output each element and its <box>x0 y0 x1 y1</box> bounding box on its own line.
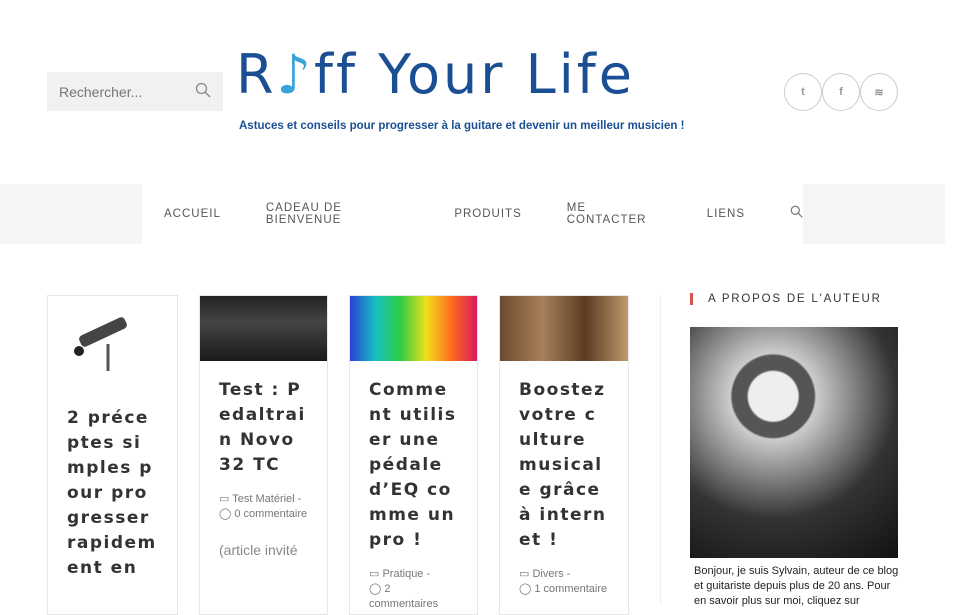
logo-title: R♪ff Your Life <box>236 44 706 106</box>
post-title[interactable]: 2 préceptes simples pour progresser rapi… <box>48 391 177 581</box>
post-title[interactable]: Comment utiliser une pédale d’EQ comme u… <box>350 361 477 553</box>
social-links: t f ≋ <box>784 73 898 111</box>
comment-icon: ◯ <box>519 583 535 595</box>
logo-text-end: ff Your Life <box>314 43 635 106</box>
post-excerpt: (article invité <box>219 542 298 558</box>
post-thumbnail[interactable] <box>500 296 628 361</box>
facebook-icon[interactable]: f <box>822 73 860 111</box>
post-title[interactable]: Test : Pedaltrain Novo 32 TC <box>200 361 327 478</box>
telescope-icon <box>74 317 127 371</box>
search-input[interactable] <box>59 83 189 100</box>
post-meta: ▭ Test Matériel - ◯ 0 commentaire <box>219 493 308 520</box>
nav-produits[interactable]: PRODUITS <box>454 208 521 220</box>
sidebar-heading: A PROPOS DE L'AUTEUR <box>690 293 882 305</box>
folder-icon: ▭ <box>519 568 533 580</box>
nav-accueil[interactable]: ACCUEIL <box>164 208 221 220</box>
site-logo[interactable]: R♪ff Your Life Astuces et conseils pour … <box>236 44 706 133</box>
post-card[interactable]: Comment utiliser une pédale d’EQ comme u… <box>349 295 478 615</box>
post-category[interactable]: Test Matériel <box>232 493 294 505</box>
comment-icon: ◯ <box>369 583 385 595</box>
nav-cadeau[interactable]: CADEAU DE BIENVENUE <box>266 202 409 226</box>
post-category[interactable]: Pratique <box>382 568 423 580</box>
post-title[interactable]: Boostez votre culture musicale grâce à i… <box>500 361 628 553</box>
post-card[interactable]: Boostez votre culture musicale grâce à i… <box>499 295 629 615</box>
twitter-icon[interactable]: t <box>784 73 822 111</box>
post-thumbnail[interactable] <box>200 296 327 361</box>
folder-icon: ▭ <box>369 568 383 580</box>
logo-text-start: R <box>236 43 277 106</box>
post-thumbnail[interactable] <box>48 296 177 391</box>
post-card[interactable]: Test : Pedaltrain Novo 32 TC ▭ Test Maté… <box>199 295 328 615</box>
nav-contact[interactable]: ME CONTACTER <box>567 202 662 226</box>
main-nav: ACCUEIL CADEAU DE BIENVENUE PRODUITS ME … <box>142 184 803 244</box>
sidebar-divider <box>660 295 661 605</box>
site-tagline: Astuces et conseils pour progresser à la… <box>239 120 685 132</box>
post-comments[interactable]: 0 commentaire <box>234 508 307 520</box>
post-category[interactable]: Divers <box>532 568 563 580</box>
nav-search-icon[interactable] <box>790 205 803 223</box>
post-comments[interactable]: 1 commentaire <box>534 583 607 595</box>
search-box[interactable] <box>47 72 223 111</box>
author-photo <box>690 327 898 558</box>
rss-icon[interactable]: ≋ <box>860 73 898 111</box>
nav-liens[interactable]: LIENS <box>707 208 745 220</box>
guitar-icon: ♪ <box>276 43 314 106</box>
post-thumbnail[interactable] <box>350 296 477 361</box>
author-bio: Bonjour, je suis Sylvain, auteur de ce b… <box>694 565 899 607</box>
search-icon[interactable] <box>195 82 211 101</box>
post-meta: ▭ Pratique - ◯ 2 commentaires <box>369 568 439 610</box>
post-meta: ▭ Divers - ◯ 1 commentaire <box>519 568 608 595</box>
comment-icon: ◯ <box>219 508 235 520</box>
post-card[interactable]: 2 préceptes simples pour progresser rapi… <box>47 295 178 615</box>
folder-icon: ▭ <box>219 493 233 505</box>
